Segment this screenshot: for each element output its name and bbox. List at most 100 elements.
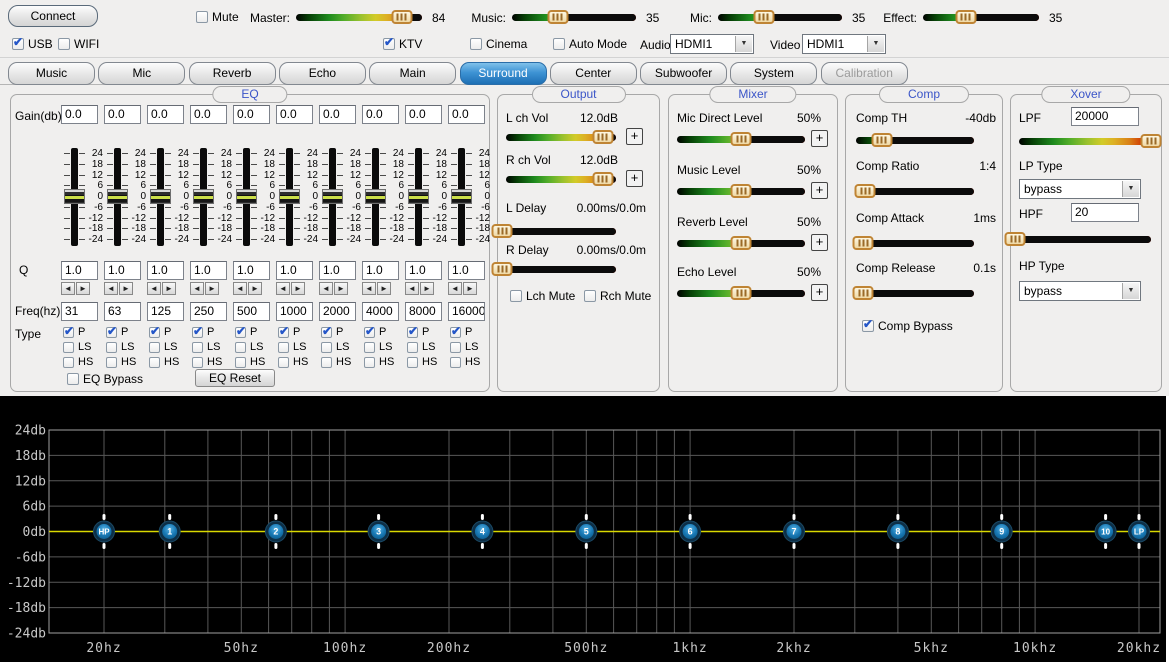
eq-type-p-10[interactable]: ✔P xyxy=(450,326,472,338)
spinner-left-button[interactable]: ◄ xyxy=(190,282,204,295)
eq-freq-input-9[interactable]: 8000 xyxy=(405,302,442,321)
eq-type-ls-6[interactable]: LS xyxy=(278,341,306,353)
slider-handle[interactable] xyxy=(547,10,568,24)
r-ch-vol-slider[interactable] xyxy=(506,171,616,187)
spinner-right-button[interactable]: ► xyxy=(76,282,90,295)
lch-mute-checkbox[interactable]: Lch Mute xyxy=(510,289,575,303)
slider-handle[interactable] xyxy=(391,10,412,24)
lpf-slider[interactable] xyxy=(1019,133,1151,149)
eq-gain-input-4[interactable]: 0.0 xyxy=(190,105,227,124)
spinner-left-button[interactable]: ◄ xyxy=(448,282,462,295)
slider-handle[interactable] xyxy=(1141,134,1162,148)
mic-direct-level-plus-button[interactable]: + xyxy=(811,130,828,147)
eq-type-ls-10[interactable]: LS xyxy=(450,341,478,353)
eq-q-input-4[interactable]: 1.0 xyxy=(190,261,227,280)
eq-q-input-8[interactable]: 1.0 xyxy=(362,261,399,280)
eq-type-ls-7[interactable]: LS xyxy=(321,341,349,353)
spinner-left-button[interactable]: ◄ xyxy=(319,282,333,295)
eq-slider-handle-6[interactable] xyxy=(279,189,300,204)
slider-handle[interactable] xyxy=(731,286,752,300)
slider-handle[interactable] xyxy=(855,184,876,198)
tab-surround[interactable]: Surround xyxy=(460,62,547,85)
spinner-right-button[interactable]: ► xyxy=(119,282,133,295)
slider-handle[interactable] xyxy=(592,172,613,186)
spinner-right-button[interactable]: ► xyxy=(162,282,176,295)
eq-gain-input-2[interactable]: 0.0 xyxy=(104,105,141,124)
slider-handle[interactable] xyxy=(753,10,774,24)
eq-q-input-2[interactable]: 1.0 xyxy=(104,261,141,280)
eq-freq-input-6[interactable]: 1000 xyxy=(276,302,313,321)
eq-slider-handle-10[interactable] xyxy=(451,189,472,204)
mic-direct-level-slider[interactable] xyxy=(677,131,805,147)
eq-type-ls-3[interactable]: LS xyxy=(149,341,177,353)
eq-type-ls-4[interactable]: LS xyxy=(192,341,220,353)
comp-attack-slider[interactable] xyxy=(856,235,974,251)
video-select[interactable]: HDMI1▼ xyxy=(802,34,886,54)
audio-select[interactable]: HDMI1▼ xyxy=(670,34,754,54)
eq-freq-input-3[interactable]: 125 xyxy=(147,302,184,321)
spinner-right-button[interactable]: ► xyxy=(377,282,391,295)
cinema-checkbox[interactable]: Cinema xyxy=(470,37,527,51)
tab-center[interactable]: Center xyxy=(550,62,637,85)
eq-marker-4[interactable]: 4 xyxy=(472,514,493,549)
eq-marker-3[interactable]: 3 xyxy=(368,514,389,549)
l-ch-vol-slider[interactable] xyxy=(506,129,616,145)
hp-type-select[interactable]: bypass▼ xyxy=(1019,281,1141,301)
eq-marker-1[interactable]: 1 xyxy=(159,514,180,549)
eq-slider-handle-3[interactable] xyxy=(150,189,171,204)
usb-checkbox[interactable]: ✔USB xyxy=(12,37,53,51)
eq-type-hs-4[interactable]: HS xyxy=(192,356,222,368)
spinner-right-button[interactable]: ► xyxy=(291,282,305,295)
eq-freq-input-2[interactable]: 63 xyxy=(104,302,141,321)
eq-gain-input-1[interactable]: 0.0 xyxy=(61,105,98,124)
eq-marker-10[interactable]: 10 xyxy=(1095,514,1116,549)
eq-q-input-1[interactable]: 1.0 xyxy=(61,261,98,280)
tab-echo[interactable]: Echo xyxy=(279,62,366,85)
slider-handle[interactable] xyxy=(1005,232,1026,246)
slider-handle[interactable] xyxy=(853,286,874,300)
reverb-level-slider[interactable] xyxy=(677,235,805,251)
eq-type-p-3[interactable]: ✔P xyxy=(149,326,171,338)
r-ch-vol-plus-button[interactable]: + xyxy=(626,170,643,187)
ktv-checkbox[interactable]: ✔KTV xyxy=(383,37,422,51)
mic-slider[interactable] xyxy=(718,9,842,25)
eq-freq-input-4[interactable]: 250 xyxy=(190,302,227,321)
eq-type-p-4[interactable]: ✔P xyxy=(192,326,214,338)
eq-type-p-8[interactable]: ✔P xyxy=(364,326,386,338)
spinner-right-button[interactable]: ► xyxy=(248,282,262,295)
eq-type-p-6[interactable]: ✔P xyxy=(278,326,300,338)
tab-main[interactable]: Main xyxy=(369,62,456,85)
eq-marker-9[interactable]: 9 xyxy=(991,514,1012,549)
spinner-left-button[interactable]: ◄ xyxy=(61,282,75,295)
hpf-input[interactable]: 20 xyxy=(1071,203,1139,222)
lp-type-select[interactable]: bypass▼ xyxy=(1019,179,1141,199)
echo-level-slider[interactable] xyxy=(677,285,805,301)
eq-type-hs-9[interactable]: HS xyxy=(407,356,437,368)
eq-type-hs-7[interactable]: HS xyxy=(321,356,351,368)
comp-release-slider[interactable] xyxy=(856,285,974,301)
music-level-plus-button[interactable]: + xyxy=(811,182,828,199)
connect-button[interactable]: Connect xyxy=(8,5,98,27)
spinner-left-button[interactable]: ◄ xyxy=(233,282,247,295)
spinner-right-button[interactable]: ► xyxy=(334,282,348,295)
echo-level-plus-button[interactable]: + xyxy=(811,284,828,301)
eq-marker-8[interactable]: 8 xyxy=(887,514,908,549)
eq-type-p-7[interactable]: ✔P xyxy=(321,326,343,338)
eq-q-input-5[interactable]: 1.0 xyxy=(233,261,270,280)
eq-slider-handle-5[interactable] xyxy=(236,189,257,204)
spinner-left-button[interactable]: ◄ xyxy=(362,282,376,295)
slider-handle[interactable] xyxy=(492,262,513,276)
eq-q-input-7[interactable]: 1.0 xyxy=(319,261,356,280)
slider-handle[interactable] xyxy=(731,132,752,146)
eq-marker-7[interactable]: 7 xyxy=(784,514,805,549)
spinner-left-button[interactable]: ◄ xyxy=(147,282,161,295)
spinner-left-button[interactable]: ◄ xyxy=(405,282,419,295)
reverb-level-plus-button[interactable]: + xyxy=(811,234,828,251)
eq-type-hs-3[interactable]: HS xyxy=(149,356,179,368)
eq-freq-input-1[interactable]: 31 xyxy=(61,302,98,321)
eq-type-p-1[interactable]: ✔P xyxy=(63,326,85,338)
eq-freq-input-5[interactable]: 500 xyxy=(233,302,270,321)
eq-bypass-checkbox[interactable]: EQ Bypass xyxy=(67,372,143,386)
eq-type-hs-6[interactable]: HS xyxy=(278,356,308,368)
eq-freq-input-7[interactable]: 2000 xyxy=(319,302,356,321)
